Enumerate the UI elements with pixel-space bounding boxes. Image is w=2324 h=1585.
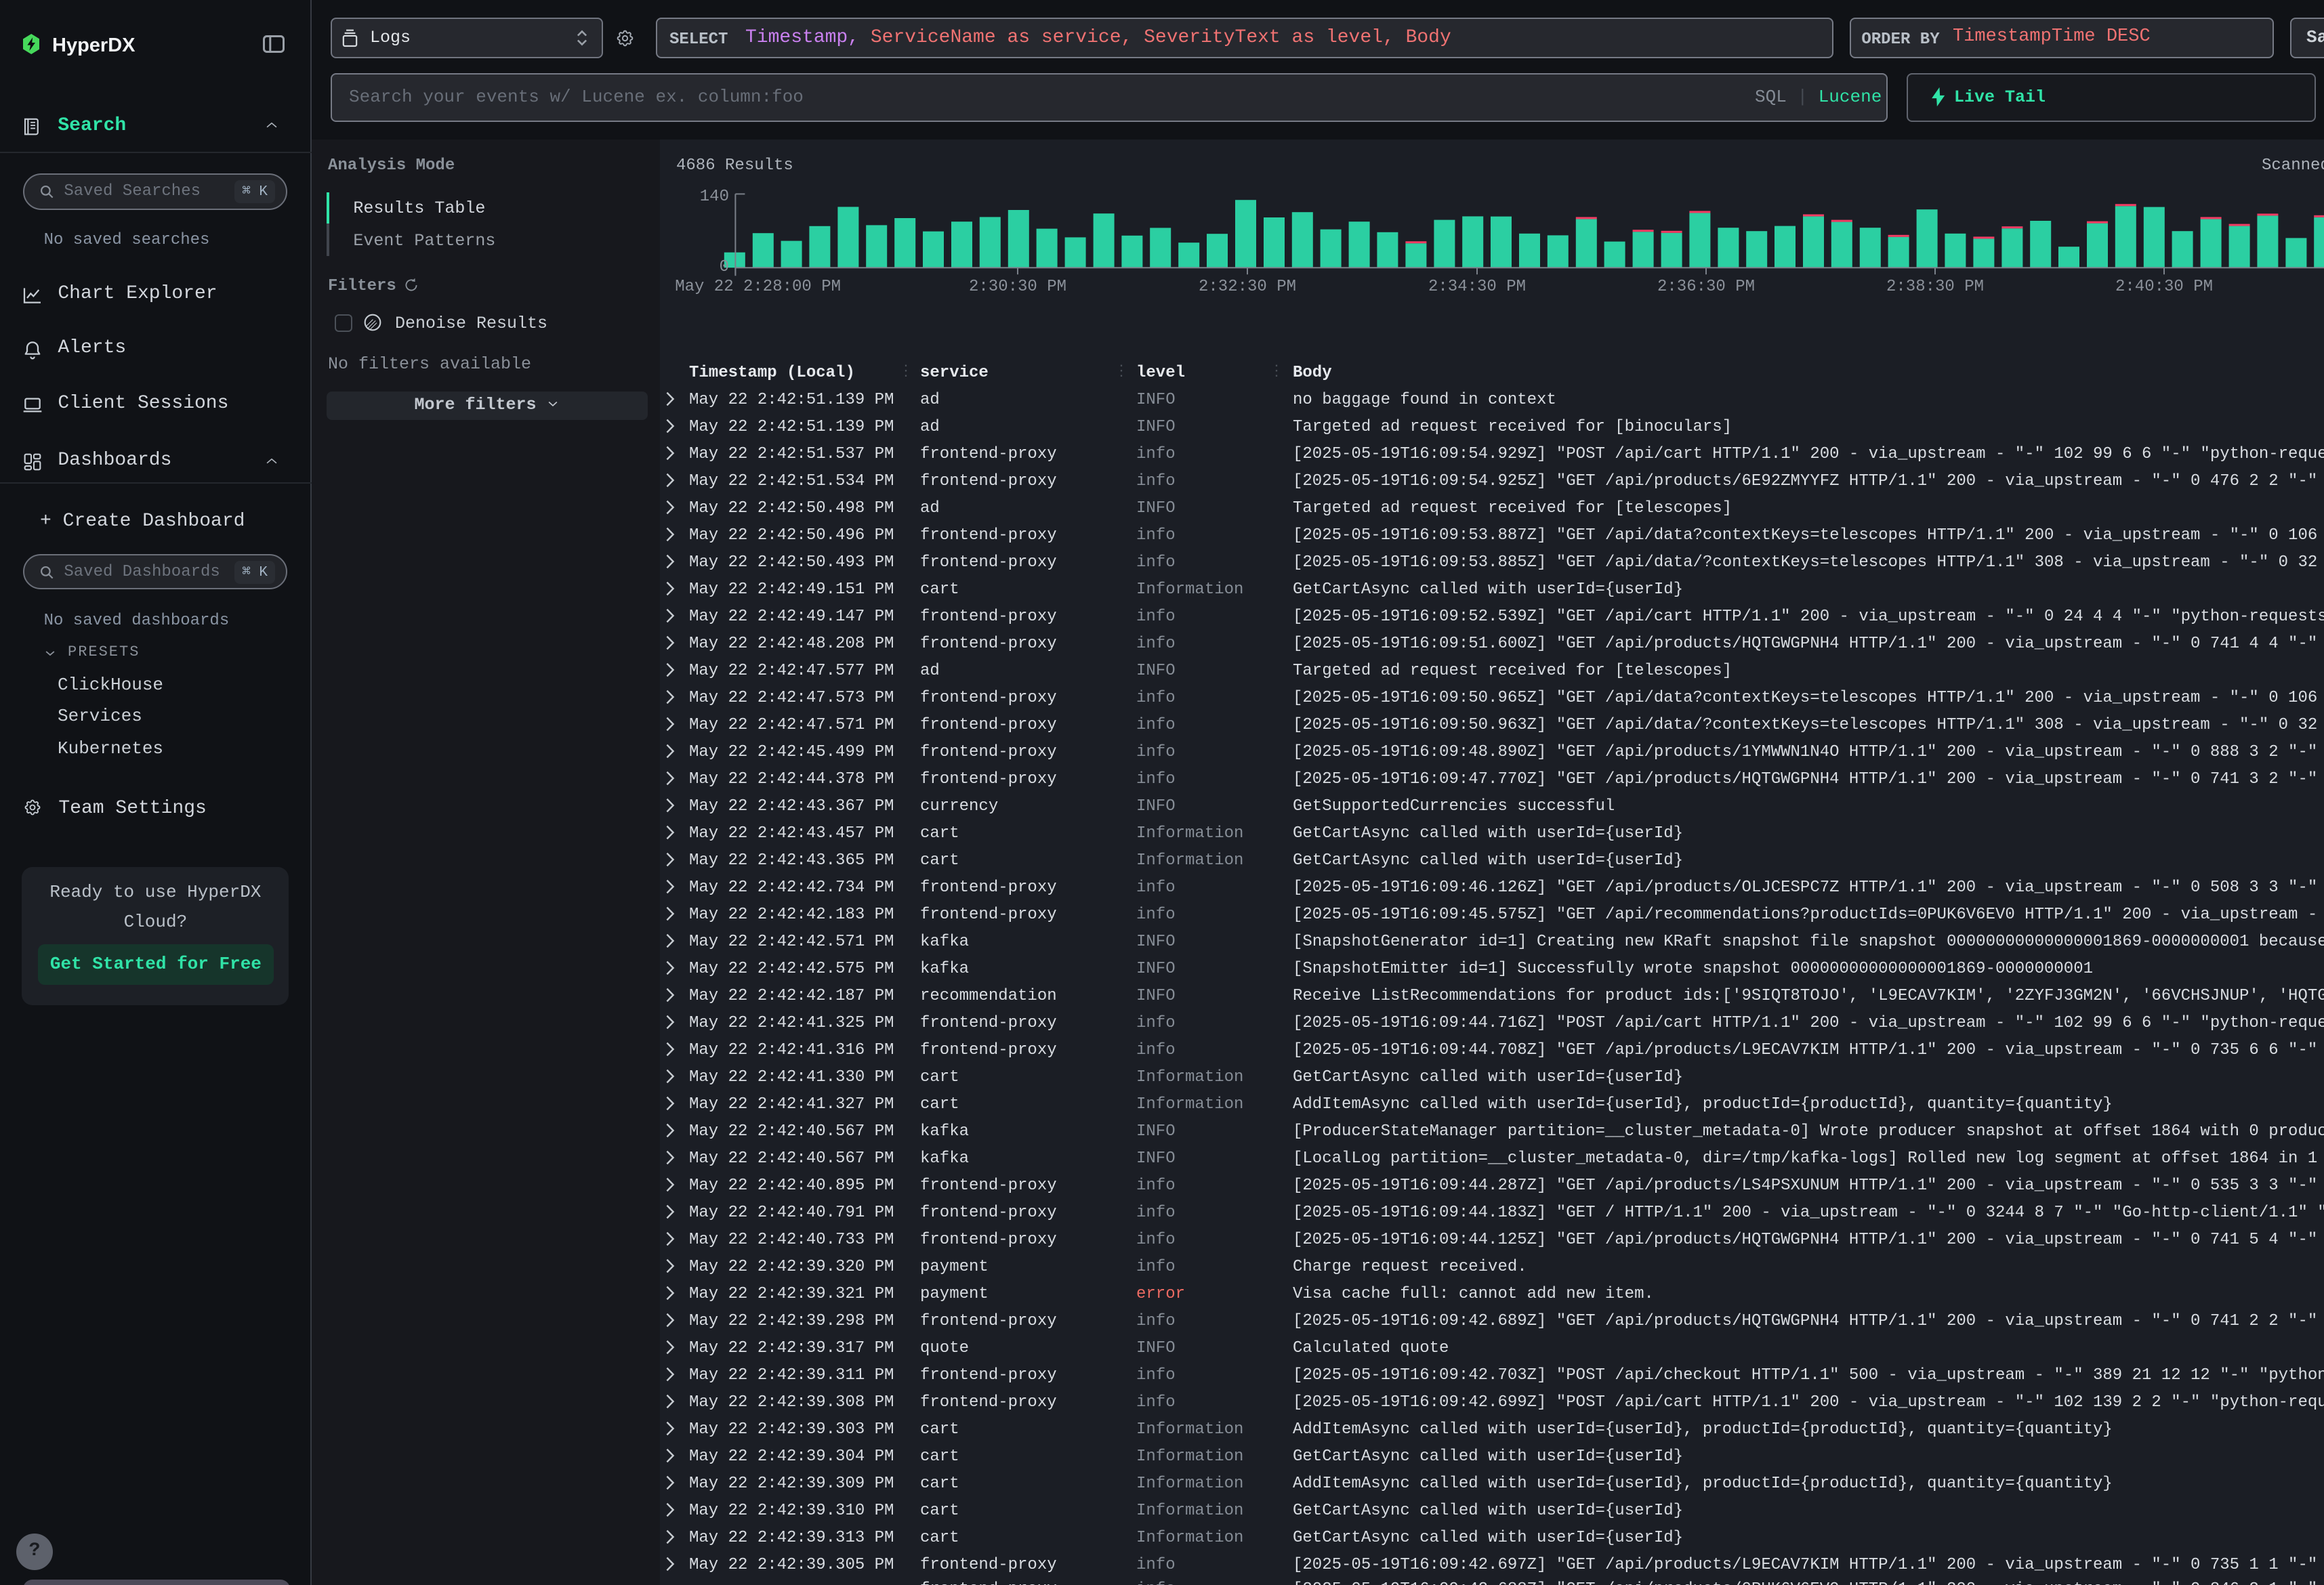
svg-text:2:38:30 PM: 2:38:30 PM [1886, 278, 1983, 296]
svg-text:2:32:30 PM: 2:32:30 PM [1198, 278, 1295, 296]
svg-text:2:30:30 PM: 2:30:30 PM [968, 278, 1066, 296]
svg-text:0: 0 [719, 258, 728, 276]
svg-text:2:40:30 PM: 2:40:30 PM [2115, 278, 2212, 296]
svg-text:May 22 2:28:00 PM: May 22 2:28:00 PM [674, 278, 840, 296]
svg-text:2:36:30 PM: 2:36:30 PM [1657, 278, 1754, 296]
svg-text:140: 140 [699, 188, 728, 206]
svg-text:2:34:30 PM: 2:34:30 PM [1428, 278, 1525, 296]
